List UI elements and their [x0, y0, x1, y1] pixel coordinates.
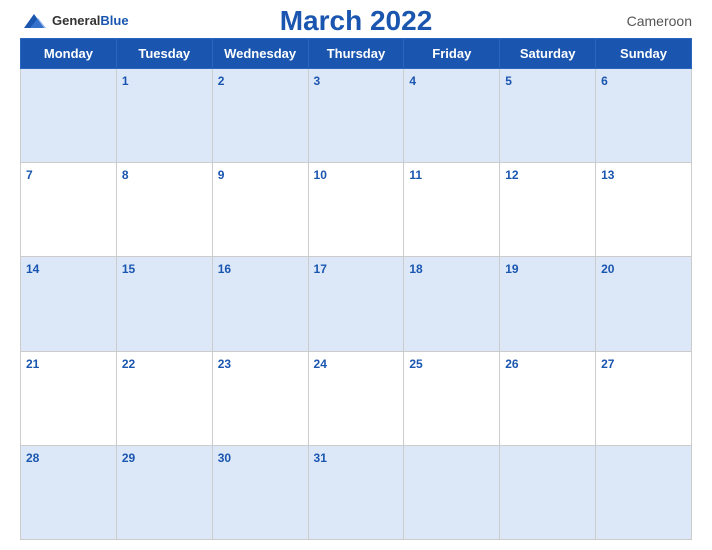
calendar-day-cell [21, 69, 117, 163]
calendar-day-cell: 19 [500, 257, 596, 351]
day-number: 20 [601, 262, 614, 276]
calendar-week-4: 21 22 23 24 25 26 27 [21, 351, 692, 445]
day-number: 26 [505, 357, 518, 371]
day-number: 17 [314, 262, 327, 276]
calendar-day-cell: 16 [212, 257, 308, 351]
calendar-day-cell [500, 445, 596, 539]
day-number: 8 [122, 168, 129, 182]
weekday-header-monday: Monday [21, 39, 117, 69]
logo-general: General [52, 13, 100, 28]
weekday-header-tuesday: Tuesday [116, 39, 212, 69]
calendar-day-cell: 20 [596, 257, 692, 351]
calendar-day-cell: 26 [500, 351, 596, 445]
calendar-header: GeneralBlue March 2022 Cameroon [20, 10, 692, 32]
day-number: 31 [314, 451, 327, 465]
day-number: 2 [218, 74, 225, 88]
day-number: 3 [314, 74, 321, 88]
day-number: 18 [409, 262, 422, 276]
weekday-header-friday: Friday [404, 39, 500, 69]
weekday-header-wednesday: Wednesday [212, 39, 308, 69]
calendar-day-cell: 12 [500, 163, 596, 257]
logo: GeneralBlue [20, 10, 129, 32]
calendar-day-cell: 8 [116, 163, 212, 257]
calendar-day-cell: 29 [116, 445, 212, 539]
calendar-day-cell: 7 [21, 163, 117, 257]
calendar-day-cell: 11 [404, 163, 500, 257]
calendar-day-cell: 6 [596, 69, 692, 163]
calendar-day-cell: 1 [116, 69, 212, 163]
calendar-day-cell [404, 445, 500, 539]
calendar-table: MondayTuesdayWednesdayThursdayFridaySatu… [20, 38, 692, 540]
day-number: 21 [26, 357, 39, 371]
calendar-day-cell: 4 [404, 69, 500, 163]
day-number: 1 [122, 74, 129, 88]
day-number: 25 [409, 357, 422, 371]
day-number: 27 [601, 357, 614, 371]
calendar-day-cell: 30 [212, 445, 308, 539]
day-number: 5 [505, 74, 512, 88]
day-number: 13 [601, 168, 614, 182]
calendar-day-cell: 3 [308, 69, 404, 163]
day-number: 15 [122, 262, 135, 276]
day-number: 30 [218, 451, 231, 465]
calendar-day-cell: 18 [404, 257, 500, 351]
day-number: 22 [122, 357, 135, 371]
calendar-day-cell: 13 [596, 163, 692, 257]
weekday-header-sunday: Sunday [596, 39, 692, 69]
calendar-day-cell: 21 [21, 351, 117, 445]
weekday-header-saturday: Saturday [500, 39, 596, 69]
day-number: 9 [218, 168, 225, 182]
calendar-day-cell: 17 [308, 257, 404, 351]
calendar-day-cell [596, 445, 692, 539]
calendar-day-cell: 22 [116, 351, 212, 445]
calendar-week-3: 14 15 16 17 18 19 20 [21, 257, 692, 351]
day-number: 16 [218, 262, 231, 276]
day-number: 4 [409, 74, 416, 88]
calendar-day-cell: 31 [308, 445, 404, 539]
day-number: 19 [505, 262, 518, 276]
day-number: 6 [601, 74, 608, 88]
day-number: 29 [122, 451, 135, 465]
day-number: 12 [505, 168, 518, 182]
day-number: 14 [26, 262, 39, 276]
weekday-header-thursday: Thursday [308, 39, 404, 69]
calendar-day-cell: 9 [212, 163, 308, 257]
calendar-day-cell: 5 [500, 69, 596, 163]
day-number: 11 [409, 168, 422, 182]
day-number: 10 [314, 168, 327, 182]
calendar-day-cell: 27 [596, 351, 692, 445]
calendar-day-cell: 10 [308, 163, 404, 257]
calendar-week-1: 1 2 3 4 5 6 [21, 69, 692, 163]
calendar-day-cell: 2 [212, 69, 308, 163]
calendar-day-cell: 25 [404, 351, 500, 445]
calendar-day-cell: 28 [21, 445, 117, 539]
calendar-day-cell: 15 [116, 257, 212, 351]
calendar-day-cell: 24 [308, 351, 404, 445]
calendar-week-2: 7 8 9 10 11 12 13 [21, 163, 692, 257]
logo-icon [20, 10, 48, 32]
calendar-week-5: 28 29 30 31 [21, 445, 692, 539]
country-label: Cameroon [627, 13, 692, 29]
weekday-header-row: MondayTuesdayWednesdayThursdayFridaySatu… [21, 39, 692, 69]
calendar-title: March 2022 [280, 5, 433, 37]
day-number: 7 [26, 168, 33, 182]
day-number: 24 [314, 357, 327, 371]
day-number: 23 [218, 357, 231, 371]
calendar-body: 1234567891011121314151617181920212223242… [21, 69, 692, 540]
calendar-day-cell: 23 [212, 351, 308, 445]
logo-blue: Blue [100, 13, 128, 28]
logo-text: GeneralBlue [52, 12, 129, 30]
day-number: 28 [26, 451, 39, 465]
calendar-day-cell: 14 [21, 257, 117, 351]
